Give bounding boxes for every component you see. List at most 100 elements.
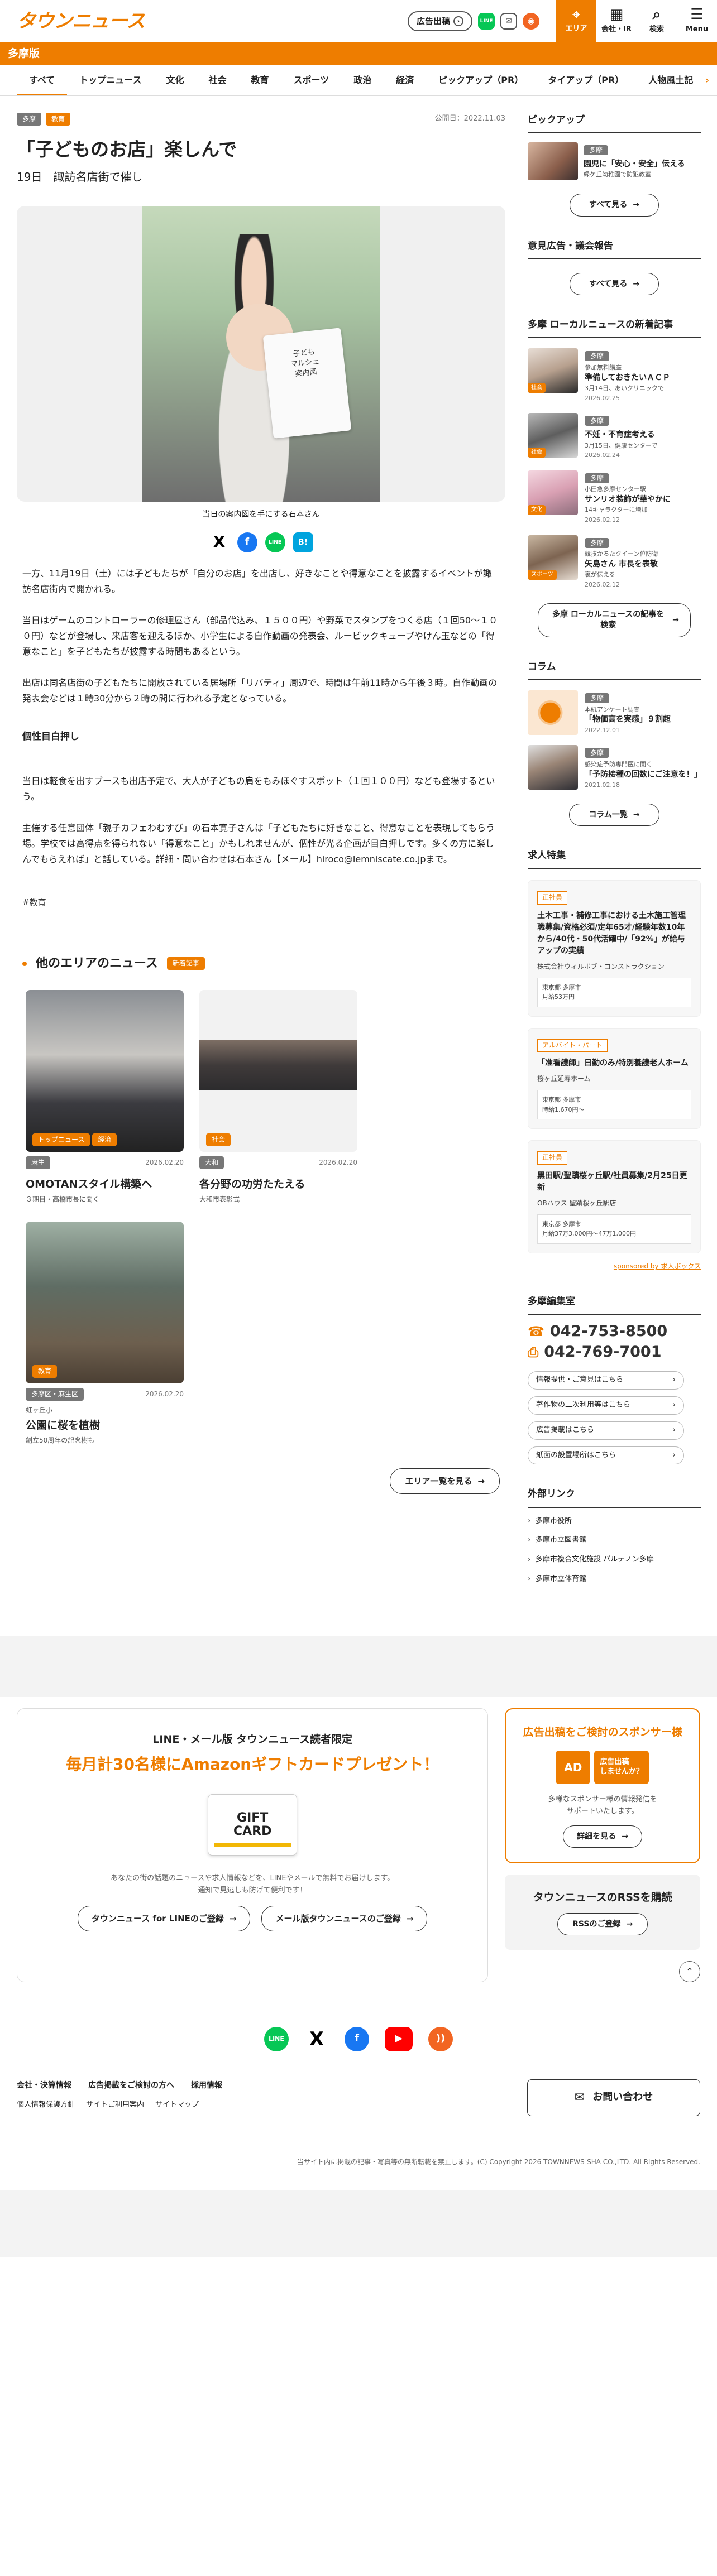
card-sub: 創立50周年の記念樹も bbox=[26, 1436, 95, 1444]
tag-area[interactable]: 多摩 bbox=[17, 113, 42, 126]
article-paragraph: 一方、11月19日（土）には子どもたちが「自分のお店」を出店し、好きなことや得意… bbox=[22, 568, 492, 594]
column-item[interactable]: 多摩 感染症予防専門医に聞く 「予防接種の回数にご注意を！」 2021.02.1… bbox=[528, 745, 702, 790]
area-card[interactable]: トップニュース 経済 麻生 2026.02.20 OMOTANスタイル構築へ ３… bbox=[26, 990, 184, 1205]
nav-search-button[interactable]: ⌕ 検索 bbox=[637, 0, 677, 42]
tab-sports[interactable]: スポーツ bbox=[281, 65, 342, 95]
local-news-item[interactable]: 社会 多摩 不妊・不育症考える 3月15日、健康センターで 2026.02.24 bbox=[528, 413, 701, 460]
footer-link[interactable]: 会社・決算情報 bbox=[17, 2079, 71, 2092]
area-list-button[interactable]: エリア一覧を見る → bbox=[390, 1468, 500, 1494]
mail-icon[interactable]: ✉ bbox=[500, 13, 517, 30]
facebook-share-icon[interactable]: f bbox=[237, 532, 257, 552]
job-card[interactable]: 正社員 黒田駅/聖蹟桜ヶ丘駅/社員募集/2月25日更新 OBハウス 聖蹟桜ヶ丘駅… bbox=[528, 1140, 701, 1254]
article-tags: 多摩 教育 bbox=[17, 113, 71, 126]
footer-link[interactable]: 採用情報 bbox=[191, 2079, 222, 2092]
contact-button[interactable]: ✉ お問い合わせ bbox=[527, 2079, 700, 2116]
job-card[interactable]: アルバイト・パート 「准看護師」日勤のみ/特別養護老人ホーム 桜ヶ丘延寿ホーム … bbox=[528, 1027, 701, 1130]
ext-link[interactable]: 多摩市複合文化施設 パルテノン多摩 bbox=[528, 1554, 701, 1566]
column-thumb bbox=[528, 690, 578, 735]
local-news-item[interactable]: 社会 多摩 参加無料講座 準備しておきたいＡＣＰ 3月14日、あいクリニックで … bbox=[528, 348, 701, 403]
ad-placement-button[interactable]: 広告出稿 › bbox=[407, 11, 472, 31]
header-tools: 広告出稿 › LINE ✉ ◉ bbox=[407, 0, 556, 42]
ext-link[interactable]: 多摩市役所 bbox=[528, 1516, 701, 1527]
x-share-icon[interactable]: X bbox=[209, 532, 230, 552]
nav-more-icon[interactable]: › bbox=[705, 73, 717, 88]
nav-area-button[interactable]: ⌖ エリア bbox=[556, 0, 596, 42]
card-chip: 経済 bbox=[92, 1133, 117, 1147]
area-card[interactable]: 社会 大和 2026.02.20 各分野の功労たたえる 大和市表彰式 bbox=[199, 990, 357, 1205]
office-link-label: 紙面の設置場所はこちら bbox=[536, 1450, 616, 1459]
site-header: タウンニュース 広告出稿 › LINE ✉ ◉ ⌖ エリア ▦ 会社・IR ⌕ bbox=[0, 0, 717, 96]
facebook-icon[interactable]: f bbox=[345, 2026, 369, 2051]
footer-link[interactable]: 個人情報保護方針 bbox=[17, 2099, 75, 2111]
office-link[interactable]: 広告掲載はこちら › bbox=[528, 1421, 684, 1440]
hashtag-link[interactable]: #教育 bbox=[17, 897, 52, 907]
see-all-label: すべて見る bbox=[589, 279, 628, 289]
rss-icon[interactable]: )) bbox=[428, 2026, 453, 2051]
tag-category[interactable]: 教育 bbox=[46, 113, 71, 126]
rss-icon[interactable]: ◉ bbox=[523, 13, 539, 30]
tab-education[interactable]: 教育 bbox=[238, 65, 281, 95]
hatena-share-icon[interactable]: B! bbox=[293, 532, 313, 552]
area-list-label: エリア一覧を見る bbox=[405, 1476, 472, 1487]
arrow-right-icon: → bbox=[622, 1832, 629, 1841]
local-news-item[interactable]: スポーツ 多摩 競技かるたクイーン位防衛 矢島さん 市長を表敬 裏が伝える 20… bbox=[528, 535, 701, 590]
opinion-see-all-button[interactable]: すべて見る → bbox=[569, 272, 659, 296]
article-paragraph: 当日はゲームのコントローラーの修理屋さん（部品代込み、１５００円）や野菜でスタン… bbox=[22, 614, 498, 657]
ext-link[interactable]: 多摩市立図書館 bbox=[528, 1535, 701, 1546]
tab-society[interactable]: 社会 bbox=[196, 65, 238, 95]
line-register-button[interactable]: タウンニュース for LINEのご登録 → bbox=[78, 1906, 251, 1932]
tab-people[interactable]: 人物風土記 bbox=[636, 65, 705, 95]
local-search-button[interactable]: 多摩 ローカルニュースの記事を検索 → bbox=[538, 603, 691, 637]
office-link[interactable]: 著作物の二次利用等はこちら › bbox=[528, 1396, 684, 1415]
x-icon[interactable]: X bbox=[304, 2026, 329, 2051]
nav-company-button[interactable]: ▦ 会社・IR bbox=[596, 0, 637, 42]
footer-link[interactable]: サイトご利用案内 bbox=[86, 2099, 144, 2111]
mail-register-button[interactable]: メール版タウンニュースのご登録 → bbox=[261, 1906, 428, 1932]
office-link-label: 著作物の二次利用等はこちら bbox=[536, 1400, 631, 1409]
footer-link[interactable]: サイトマップ bbox=[155, 2099, 199, 2111]
footer-link[interactable]: 広告掲載をご検討の方へ bbox=[88, 2079, 174, 2092]
job-card[interactable]: 正社員 土木工事・補修工事における土木施工管理職募集/資格必須/定年65才/経験… bbox=[528, 880, 701, 1017]
rss-register-label: RSSのご登録 bbox=[572, 1919, 621, 1929]
photo-guide-text: 子ども マルシェ 案内図 bbox=[290, 348, 320, 379]
area-card[interactable]: 教育 多摩区・麻生区 2026.02.20 虹ヶ丘小 公園に桜を植樹 創立50周… bbox=[26, 1222, 184, 1446]
pickup-item[interactable]: 多摩 園児に「安心・安全」伝える 緑ケ丘幼稚園で防犯教室 bbox=[528, 142, 701, 181]
tab-tieup[interactable]: タイアップ（PR） bbox=[536, 65, 636, 95]
column-thumb bbox=[528, 745, 578, 790]
tab-culture[interactable]: 文化 bbox=[154, 65, 196, 95]
line-share-icon[interactable]: LINE bbox=[265, 532, 285, 552]
local-item-date: 2026.02.25 bbox=[585, 394, 620, 402]
pickup-see-all-button[interactable]: すべて見る → bbox=[569, 194, 659, 217]
area-list-row: エリア一覧を見る → bbox=[17, 1468, 505, 1494]
nav-company-label: 会社・IR bbox=[601, 25, 632, 33]
rss-register-button[interactable]: RSSのご登録 → bbox=[557, 1912, 648, 1935]
column-item[interactable]: 多摩 本紙アンケート調査 「物価高を実感」９割超 2022.12.01 bbox=[528, 690, 701, 735]
column-list-button[interactable]: コラム一覧 → bbox=[569, 803, 659, 826]
office-link[interactable]: 紙面の設置場所はこちら › bbox=[528, 1446, 684, 1465]
tab-top-news[interactable]: トップニュース bbox=[67, 65, 154, 95]
local-item-date: 2026.02.24 bbox=[585, 451, 620, 459]
line-icon[interactable]: LINE bbox=[478, 13, 495, 30]
tab-all[interactable]: すべて bbox=[17, 65, 68, 95]
nav-menu-button[interactable]: ☰ Menu bbox=[677, 0, 717, 42]
office-link[interactable]: 情報提供・ご意見はこちら › bbox=[528, 1371, 684, 1390]
tab-pickup[interactable]: ピックアップ（PR） bbox=[426, 65, 536, 95]
ext-link[interactable]: 多摩市立体育館 bbox=[528, 1574, 701, 1585]
back-to-top-icon[interactable]: ⌃ bbox=[679, 1960, 700, 1982]
opinion-title: 意見広告・議会報告 bbox=[528, 239, 701, 259]
ext-links-title: 外部リンク bbox=[528, 1487, 701, 1508]
phone-number[interactable]: ☎ 042-753-8500 bbox=[528, 1323, 701, 1340]
youtube-icon[interactable]: ▶ bbox=[385, 2026, 413, 2051]
line-icon[interactable]: LINE bbox=[264, 2026, 289, 2051]
local-area: 多摩 bbox=[585, 416, 610, 426]
sponsored-link[interactable]: sponsored by 求人ボックス bbox=[528, 1261, 701, 1272]
local-news-item[interactable]: 文化 多摩 小田急多摩センター駅 サンリオ装飾が華やかに 14キャラクターに増加… bbox=[528, 470, 701, 525]
column-text: 多摩 感染症予防専門医に聞く 「予防接種の回数にご注意を！」 2021.02.1… bbox=[585, 745, 702, 790]
fax-text: 042-769-7001 bbox=[544, 1343, 662, 1361]
site-logo[interactable]: タウンニュース bbox=[17, 6, 145, 36]
arrow-right-icon: → bbox=[633, 810, 640, 819]
sponsor-detail-button[interactable]: 詳細を見る → bbox=[563, 1825, 643, 1848]
article-photo[interactable]: 子ども マルシェ 案内図 bbox=[17, 206, 505, 502]
tab-economy[interactable]: 経済 bbox=[384, 65, 426, 95]
tab-politics[interactable]: 政治 bbox=[341, 65, 384, 95]
